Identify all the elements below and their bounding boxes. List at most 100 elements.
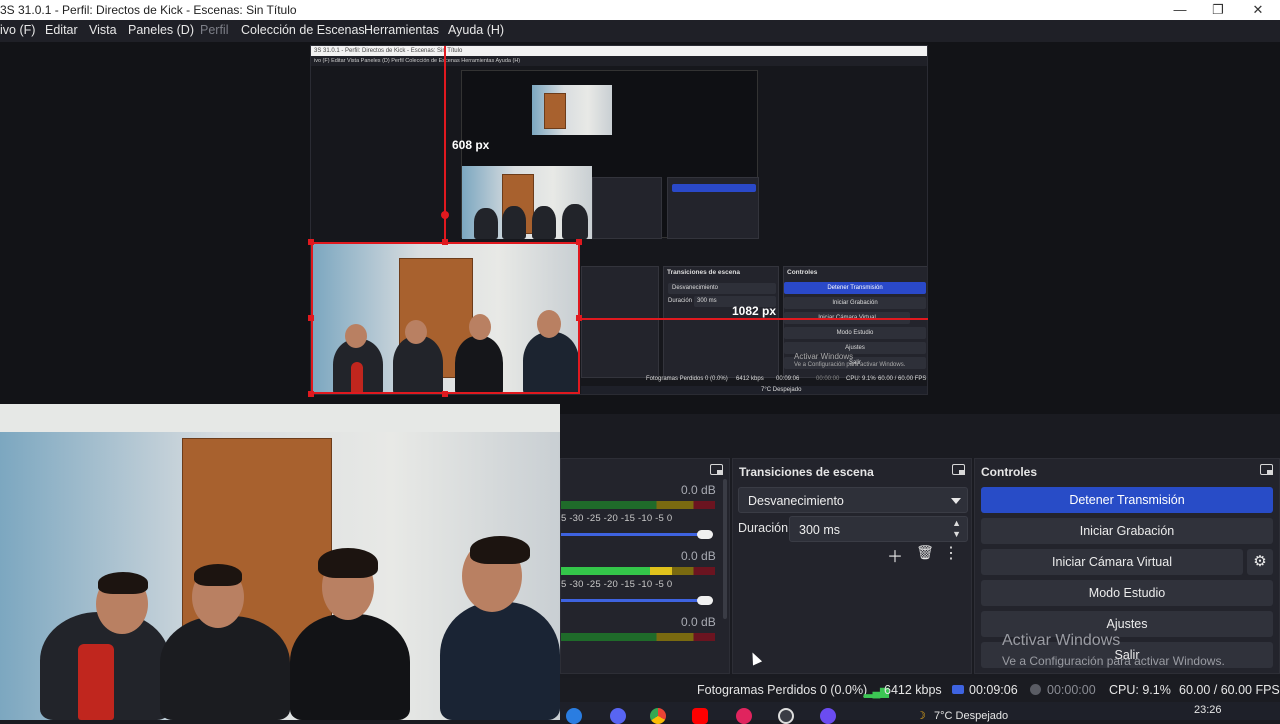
weather-text: 7°C Despejado — [934, 710, 1009, 722]
menu-edit[interactable]: Editar — [45, 23, 78, 37]
person — [393, 336, 443, 392]
soda-bottle — [351, 362, 363, 392]
bitrate: 6412 kbps — [884, 683, 942, 697]
trash-icon[interactable]: 🗑 — [915, 544, 935, 561]
add-transition-icon[interactable]: ＋ — [885, 543, 905, 567]
person — [502, 206, 526, 239]
close-icon[interactable]: ✕ — [1238, 0, 1278, 20]
undock-icon[interactable] — [1260, 464, 1273, 475]
more-options-icon[interactable]: ⋮ — [943, 543, 959, 563]
undock-icon[interactable] — [952, 464, 965, 475]
youtube-icon[interactable] — [692, 708, 708, 724]
person-head — [469, 314, 491, 340]
volume-slider-1[interactable] — [561, 533, 707, 536]
nested-status-kbps: 6412 kbps — [736, 376, 764, 382]
duration-input[interactable]: 300 ms ▲ ▼ — [789, 516, 968, 542]
start-recording-button[interactable]: Iniciar Grabación — [981, 518, 1273, 544]
menu-scene-collection[interactable]: Colección de Escenas — [241, 23, 365, 37]
start-virtual-camera-button[interactable]: Iniciar Cámara Virtual — [981, 549, 1243, 575]
nested-activate-subtitle: Ve a Configuración para activar Windows. — [794, 362, 906, 368]
edge-icon[interactable] — [566, 708, 582, 724]
discord-icon[interactable] — [610, 708, 626, 724]
nested-status-frames: Fotogramas Perdidos 0 (0.0%) — [646, 376, 728, 382]
cpu-usage: CPU: 9.1% — [1109, 683, 1171, 697]
resize-handle-b[interactable] — [442, 391, 448, 397]
volume-slider-2[interactable] — [561, 599, 707, 602]
resize-handle-t[interactable] — [442, 239, 448, 245]
horizontal-distance-guide — [580, 318, 928, 320]
resize-handle-r[interactable] — [576, 315, 582, 321]
nested-title: 3S 31.0.1 - Perfil: Directos de Kick - E… — [311, 46, 927, 56]
restore-icon[interactable]: ❐ — [1198, 0, 1238, 20]
nested-duration-label: Duración — [668, 298, 693, 304]
person-head — [345, 324, 367, 348]
nested-transitions-panel: Transiciones de escena Desvanecimiento D… — [663, 266, 779, 378]
nested-transitions-title: Transiciones de escena — [667, 269, 740, 276]
menu-docks[interactable]: Paneles (D) — [128, 23, 194, 37]
minimize-icon[interactable]: — — [1160, 0, 1200, 20]
menu-profile[interactable]: Perfil — [200, 23, 228, 37]
window-titlebar: 3S 31.0.1 - Perfil: Directos de Kick - E… — [0, 0, 1280, 20]
volume-knob-1[interactable] — [697, 530, 713, 539]
audio-mixer-panel: 0.0 dB 5 -30 -25 -20 -15 -10 -5 0 0.0 dB… — [560, 458, 730, 674]
chevron-up-icon[interactable]: ▲ — [952, 518, 961, 528]
app-icon[interactable] — [736, 708, 752, 724]
nested-activate-title: Activar Windows — [794, 352, 854, 361]
studio-mode-button[interactable]: Modo Estudio — [981, 580, 1273, 606]
volume-knob-2[interactable] — [697, 596, 713, 605]
clock: 23:26 — [1194, 704, 1222, 716]
mixer-meter-2-level — [561, 567, 672, 575]
gear-icon[interactable]: ⚙ — [1247, 549, 1273, 575]
nested-taskbar — [581, 386, 927, 394]
mixer-ticks-2: 5 -30 -25 -20 -15 -10 -5 0 — [561, 579, 673, 590]
resize-handle-tl[interactable] — [308, 239, 314, 245]
chrome-icon[interactable] — [650, 708, 666, 724]
transitions-title: Transiciones de escena — [739, 465, 874, 479]
nested-record-button: Iniciar Grabación — [784, 297, 926, 309]
status-bar: Fotogramas Perdidos 0 (0.0%) ▂▄▆ 6412 kb… — [560, 678, 1280, 702]
scene-transitions-panel: Transiciones de escena Desvanecimiento D… — [732, 458, 972, 674]
transition-select-value: Desvanecimiento — [748, 494, 844, 508]
mixer-meter-1 — [561, 501, 715, 509]
mixer-db-2: 0.0 dB — [681, 549, 716, 563]
person-head — [405, 320, 427, 344]
person — [523, 332, 578, 392]
webcam-overlay — [0, 404, 560, 720]
selected-webcam-source[interactable] — [311, 242, 580, 394]
menu-help[interactable]: Ayuda (H) — [448, 23, 504, 37]
record-time: 00:00:00 — [1047, 683, 1096, 697]
nested-mixer-panel — [581, 266, 659, 378]
resize-handle-tr[interactable] — [576, 239, 582, 245]
nested-status-fps: 60.00 / 60.00 FPS — [878, 376, 927, 382]
undock-icon[interactable] — [710, 464, 723, 475]
windows-taskbar: ☽ 7°C Despejado 23:26 — [560, 702, 1280, 724]
nested-weather: 7°C Despejado — [761, 387, 802, 393]
menu-tools[interactable]: Herramientas — [364, 23, 439, 37]
transition-select[interactable]: Desvanecimiento — [738, 487, 968, 513]
nested-status-time: 00:09:06 — [776, 376, 800, 382]
person-head — [537, 310, 561, 338]
stop-streaming-button[interactable]: Detener Transmisión — [981, 487, 1273, 513]
guide-handle[interactable] — [441, 211, 449, 219]
chevron-down-icon[interactable]: ▼ — [952, 529, 961, 539]
horizontal-distance-label: 1082 px — [732, 304, 777, 318]
mixer-ticks-1: 5 -30 -25 -20 -15 -10 -5 0 — [561, 513, 673, 524]
app-icon-2[interactable] — [820, 708, 836, 724]
stream-time: 00:09:06 — [969, 683, 1018, 697]
person — [160, 616, 290, 720]
menu-file[interactable]: ivo (F) — [0, 23, 35, 37]
menu-view[interactable]: Vista — [89, 23, 117, 37]
weather-icon: ☽ — [916, 710, 926, 722]
nested-status-rec: 00:00:00 — [816, 376, 840, 382]
door — [544, 93, 566, 129]
resize-handle-l[interactable] — [308, 315, 314, 321]
window-title: 3S 31.0.1 - Perfil: Directos de Kick - E… — [0, 3, 297, 17]
duration-value: 300 ms — [799, 523, 840, 537]
resize-handle-bl[interactable] — [308, 391, 314, 397]
obs-icon[interactable] — [778, 708, 794, 724]
person — [532, 206, 556, 239]
recursive-photo-small — [532, 85, 612, 135]
activate-windows-subtitle: Ve a Configuración para activar Windows. — [1002, 654, 1225, 668]
person — [440, 602, 560, 720]
mixer-scrollbar[interactable] — [723, 479, 727, 619]
